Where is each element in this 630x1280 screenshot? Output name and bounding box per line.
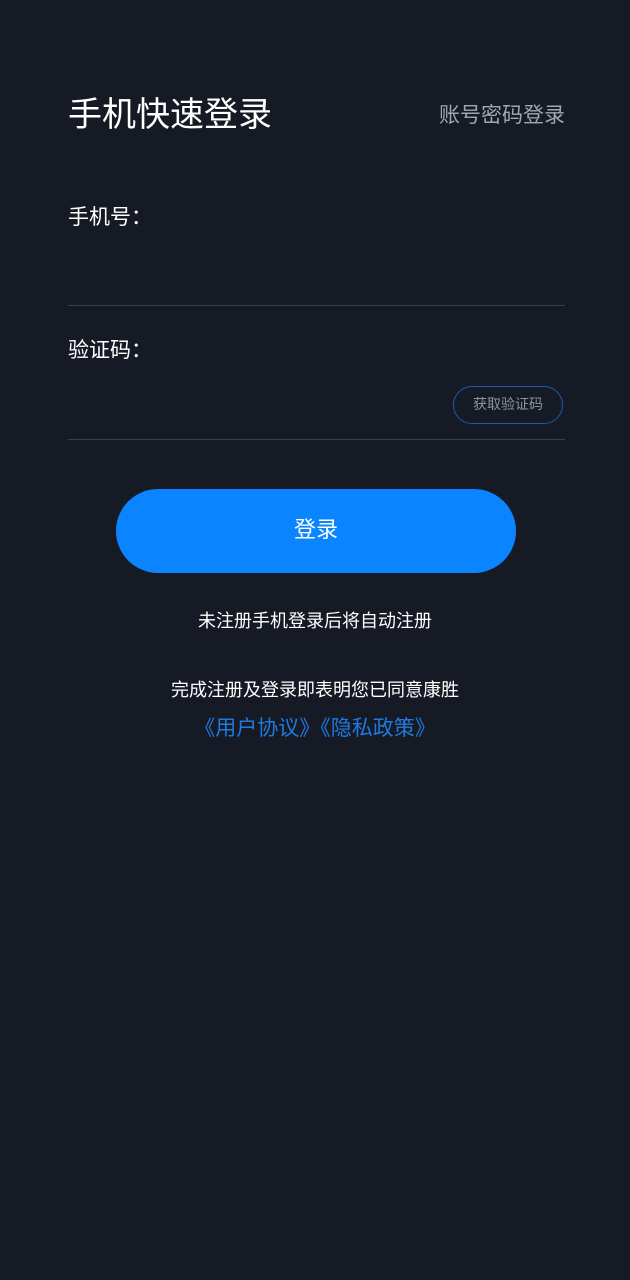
login-button[interactable]: 登录	[116, 489, 516, 573]
code-label: 验证码：	[68, 338, 152, 362]
user-agreement-link[interactable]: 《用户协议》	[194, 716, 320, 740]
phone-divider	[68, 305, 565, 306]
code-divider	[68, 439, 565, 440]
phone-label: 手机号：	[68, 205, 152, 229]
auto-register-note: 未注册手机登录后将自动注册	[198, 611, 432, 632]
page-title: 手机快速登录	[68, 95, 272, 135]
privacy-policy-link[interactable]: 《隐私政策》	[320, 716, 436, 740]
phone-input[interactable]	[68, 252, 565, 296]
get-code-button[interactable]: 获取验证码	[453, 386, 563, 424]
password-login-link[interactable]: 账号密码登录	[439, 100, 565, 130]
code-input[interactable]	[68, 385, 438, 429]
agreement-text: 完成注册及登录即表明您已同意康胜	[171, 680, 459, 701]
agreement-links: 《用户协议》《隐私政策》	[0, 713, 630, 743]
